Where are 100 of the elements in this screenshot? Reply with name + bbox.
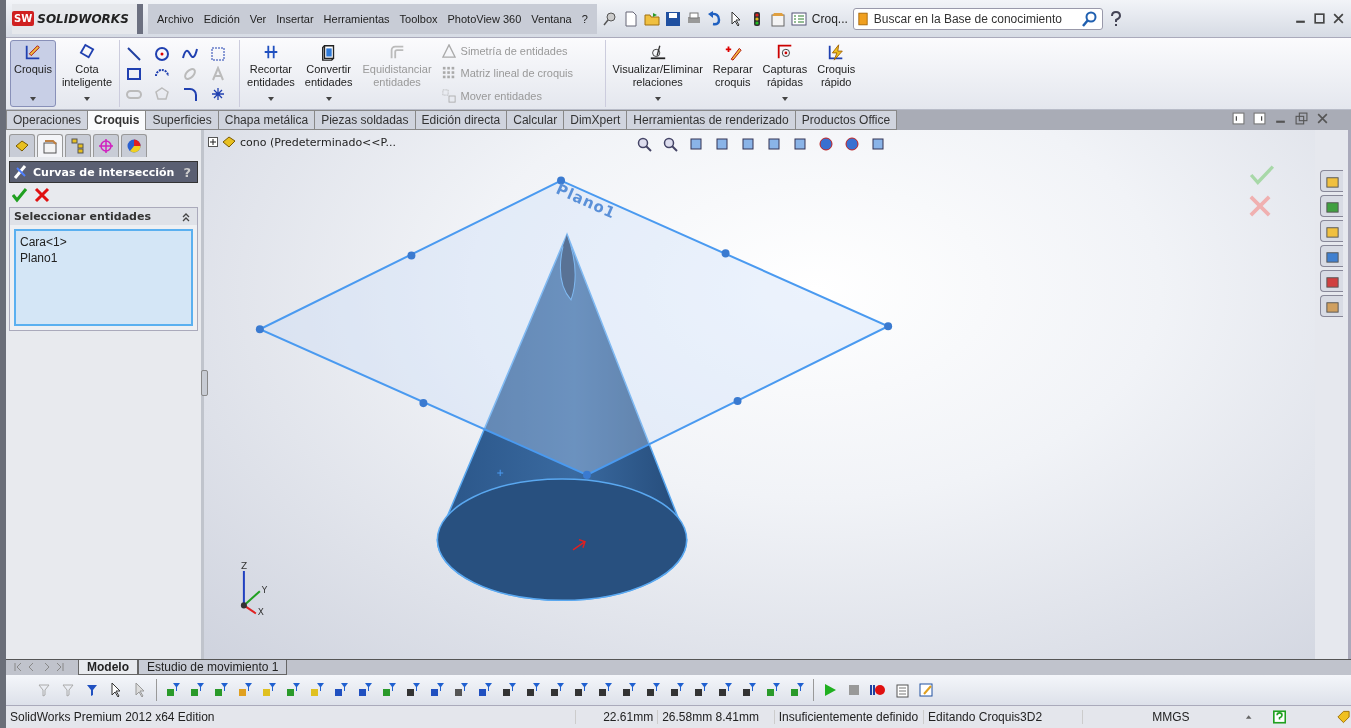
zoom-area-icon[interactable] — [662, 136, 678, 152]
menu-item[interactable]: Insertar — [271, 12, 319, 25]
ribbon-tab[interactable]: Productos Office — [794, 110, 898, 130]
menu-item[interactable]: ? — [576, 12, 593, 25]
panel-tab[interactable] — [9, 134, 35, 157]
menu-item[interactable]: Archivo — [152, 12, 199, 25]
selection-filter-icon[interactable] — [741, 682, 757, 698]
selection-filter-icon[interactable] — [477, 682, 493, 698]
selection-filter-icon[interactable] — [693, 682, 709, 698]
selection-filter-icon[interactable] — [501, 682, 517, 698]
zoom-fit-icon[interactable] — [636, 136, 652, 152]
new-document-icon[interactable] — [622, 10, 639, 27]
ribbon-button[interactable]: Croquis — [10, 40, 56, 107]
tile-right-icon[interactable] — [1253, 112, 1266, 125]
ribbon-tab[interactable]: DimXpert — [563, 110, 628, 130]
selection-filter-icon[interactable] — [357, 682, 373, 698]
ribbon-button[interactable]: Reparar croquis — [708, 40, 757, 107]
options-icon[interactable] — [790, 10, 807, 27]
line-icon[interactable] — [126, 45, 143, 62]
fillet-icon[interactable] — [182, 85, 199, 102]
play-icon[interactable] — [822, 682, 838, 698]
record-icon[interactable] — [870, 682, 886, 698]
selection-filter-icon[interactable] — [765, 682, 781, 698]
selection-filter-icon[interactable] — [237, 682, 253, 698]
selection-filter-icon[interactable] — [573, 682, 589, 698]
list-item[interactable]: Plano1 — [20, 250, 187, 266]
ribbon-tab[interactable]: Herramientas de renderizado — [626, 110, 796, 130]
confirm-checkmark-icon[interactable] — [1249, 165, 1275, 185]
search-icon[interactable] — [1081, 10, 1098, 27]
document-tab[interactable]: Estudio de movimiento 1 — [138, 660, 288, 675]
ribbon-tab[interactable]: Piezas soldadas — [314, 110, 416, 130]
cancel-icon[interactable] — [34, 187, 50, 203]
selection-filter-icon[interactable] — [597, 682, 613, 698]
ribbon-tab[interactable]: Edición directa — [414, 110, 508, 130]
checkmark-icon[interactable] — [12, 187, 28, 203]
expand-icon[interactable] — [208, 137, 218, 147]
panel-tab[interactable] — [65, 134, 91, 157]
units-selector[interactable]: MMGS — [1082, 710, 1194, 724]
selection-filter-icon[interactable] — [261, 682, 277, 698]
tree-item[interactable]: cono (Predeterminado<<P... — [240, 135, 396, 149]
collapse-icon[interactable] — [181, 211, 191, 222]
ribbon-button[interactable]: Visualizar/Eliminar relaciones — [608, 40, 707, 107]
tile-left-icon[interactable] — [1232, 112, 1245, 125]
selection-list[interactable]: Cara<1> Plano1 — [14, 229, 193, 326]
selection-filter-icon[interactable] — [621, 682, 637, 698]
menu-item[interactable]: Herramientas — [318, 12, 395, 25]
selection-filter-icon[interactable] — [525, 682, 541, 698]
selection-filter-icon[interactable] — [165, 682, 181, 698]
new-macro-icon[interactable] — [894, 682, 910, 698]
ribbon-tab[interactable]: Croquis — [87, 110, 147, 130]
document-tab[interactable]: Modelo — [78, 660, 138, 675]
point-icon[interactable] — [210, 85, 227, 102]
panel-collapse-handle[interactable] — [201, 370, 208, 396]
ribbon-tab[interactable]: Operaciones — [6, 110, 89, 130]
help-icon[interactable] — [1272, 710, 1287, 724]
ribbon-button[interactable]: Convertir entidades — [300, 40, 357, 107]
maximize-icon[interactable] — [1313, 12, 1326, 25]
grid-icon[interactable] — [210, 45, 227, 62]
panel-tab[interactable] — [93, 134, 119, 157]
caret-icon[interactable] — [1243, 712, 1253, 722]
save-icon[interactable] — [664, 10, 681, 27]
selection-filter-icon[interactable] — [549, 682, 565, 698]
selection-filter-icon[interactable] — [381, 682, 397, 698]
ribbon-button[interactable]: Capturas rápidas — [758, 40, 812, 107]
menu-item[interactable]: Ver — [244, 12, 272, 25]
panel-tab[interactable] — [37, 134, 63, 157]
ribbon-button[interactable]: Recortar entidades — [243, 40, 299, 107]
selection-filter-icon[interactable] — [405, 682, 421, 698]
ribbon-tab[interactable]: Superficies — [145, 110, 219, 130]
help-link[interactable]: ? — [183, 164, 191, 180]
selection-filter-icon[interactable] — [789, 682, 805, 698]
menu-item[interactable]: Edición — [198, 12, 245, 25]
undo-icon[interactable] — [706, 10, 723, 27]
menu-item[interactable]: PhotoView 360 — [442, 12, 527, 25]
filter-icon[interactable] — [84, 682, 100, 698]
selection-filter-icon[interactable] — [429, 682, 445, 698]
ribbon-tab[interactable]: Calcular — [506, 110, 565, 130]
search-field[interactable]: Buscar en la Base de conocimiento — [852, 7, 1103, 30]
list-item[interactable]: Cara<1> — [20, 234, 187, 250]
tag-icon[interactable] — [1336, 709, 1351, 725]
circle-icon[interactable] — [154, 45, 171, 62]
selection-filter-icon[interactable] — [333, 682, 349, 698]
selection-filter-icon[interactable] — [189, 682, 205, 698]
selection-filter-icon[interactable] — [453, 682, 469, 698]
selection-filter-icon[interactable] — [669, 682, 685, 698]
menu-item[interactable]: Ventana — [526, 12, 577, 25]
menu-item[interactable]: Toolbox — [394, 12, 443, 25]
edit-macro-icon[interactable] — [918, 682, 934, 698]
appearance-icon[interactable] — [818, 136, 834, 152]
ribbon-button[interactable]: Cota inteligente — [57, 40, 117, 107]
rect-icon[interactable] — [126, 65, 143, 82]
restore-icon[interactable] — [1295, 112, 1308, 125]
selection-filter-icon[interactable] — [645, 682, 661, 698]
selection-filter-icon[interactable] — [717, 682, 733, 698]
panel-tab[interactable] — [121, 134, 147, 157]
selection-filter-icon[interactable] — [213, 682, 229, 698]
selection-filter-icon[interactable] — [285, 682, 301, 698]
close-icon[interactable] — [1332, 12, 1345, 25]
ribbon-button[interactable]: Croquis rápido — [813, 40, 860, 107]
selection-filter-icon[interactable] — [309, 682, 325, 698]
